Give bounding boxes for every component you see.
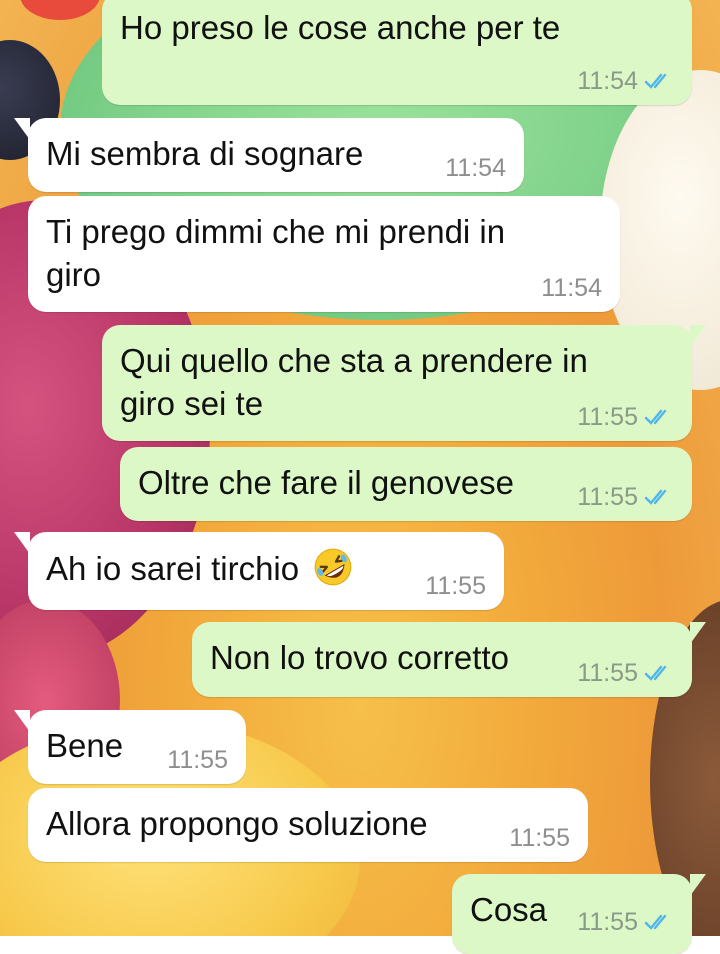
- message-meta: 11:55: [577, 403, 674, 431]
- message-text: Ho preso le cose anche per te: [120, 9, 561, 46]
- message-bubble-incoming[interactable]: Allora propongo soluzione 11:55: [28, 788, 588, 862]
- read-ticks-icon: [644, 914, 667, 930]
- message-bubble-outgoing[interactable]: Qui quello che sta a prendere in giro se…: [102, 325, 706, 441]
- message-meta: 11:54: [541, 274, 602, 302]
- message-bubble-incoming[interactable]: Mi sembra di sognare 11:54: [14, 118, 524, 192]
- message-text: Qui quello che sta a prendere in giro se…: [120, 342, 588, 422]
- message-meta: 11:54: [445, 154, 506, 182]
- read-ticks-icon: [644, 489, 667, 505]
- message-bubble-outgoing[interactable]: Ho preso le cose anche per te 11:54: [102, 0, 692, 105]
- message-meta: 11:55: [577, 908, 674, 936]
- message-meta: 11:55: [509, 824, 570, 852]
- message-bubble-outgoing[interactable]: Cosa 11:55: [452, 874, 706, 954]
- message-meta: 11:55: [425, 572, 486, 600]
- message-time: 11:55: [577, 659, 638, 687]
- rolling-on-floor-laughing-emoji-icon: [314, 548, 352, 586]
- message-meta: 11:55: [167, 746, 228, 774]
- message-text: Oltre che fare il genovese: [138, 464, 515, 501]
- message-time: 11:55: [509, 824, 570, 852]
- message-time: 11:55: [577, 483, 638, 511]
- message-text: Bene: [46, 727, 124, 764]
- message-bubble-incoming[interactable]: Bene 11:55: [14, 710, 246, 784]
- message-text: Ah io sarei tirchio: [46, 550, 300, 587]
- message-bubble-outgoing[interactable]: Non lo trovo corretto 11:55: [192, 622, 706, 697]
- message-time: 11:55: [167, 746, 228, 774]
- read-ticks-icon: [644, 73, 667, 89]
- message-time: 11:54: [445, 154, 506, 182]
- read-ticks-icon: [644, 409, 667, 425]
- message-text: Mi sembra di sognare: [46, 135, 364, 172]
- chat-message-list[interactable]: Ho preso le cose anche per te 11:54 Mi s…: [0, 0, 720, 954]
- message-text: Cosa: [470, 891, 548, 928]
- message-time: 11:55: [425, 572, 486, 600]
- message-bubble-outgoing[interactable]: Oltre che fare il genovese 11:55: [120, 447, 692, 521]
- message-bubble-incoming[interactable]: Ah io sarei tirchio 11:55: [14, 532, 504, 610]
- message-bubble-incoming[interactable]: Ti prego dimmi che mi prendi in giro 11:…: [28, 196, 620, 312]
- message-time: 11:54: [541, 274, 602, 302]
- message-text: Ti prego dimmi che mi prendi in giro: [46, 213, 506, 293]
- message-meta: 11:55: [577, 483, 674, 511]
- message-text: Allora propongo soluzione: [46, 805, 428, 842]
- message-time: 11:55: [577, 403, 638, 431]
- read-ticks-icon: [644, 665, 667, 681]
- message-text: Non lo trovo corretto: [210, 639, 509, 676]
- message-time: 11:55: [577, 908, 638, 936]
- message-meta: 11:54: [577, 67, 674, 95]
- message-meta: 11:55: [577, 659, 674, 687]
- message-time: 11:54: [577, 67, 638, 95]
